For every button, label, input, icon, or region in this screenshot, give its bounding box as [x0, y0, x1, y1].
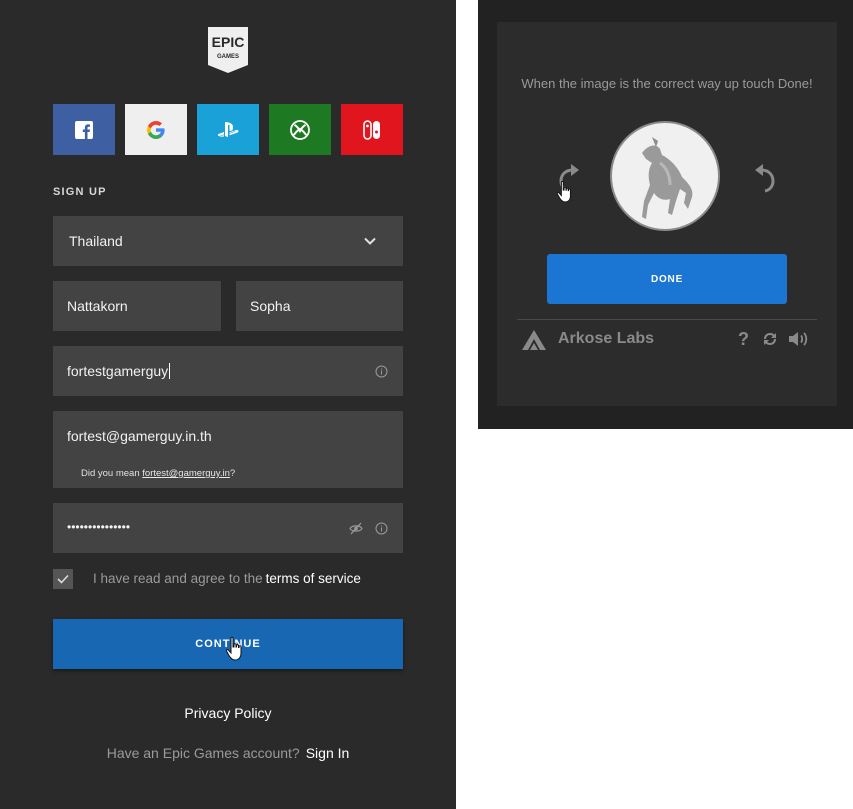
- terms-of-service-link[interactable]: terms of service: [266, 571, 361, 586]
- first-name-value: Nattakorn: [67, 298, 128, 314]
- chevron-down-icon: [364, 237, 376, 245]
- audio-icon[interactable]: [788, 330, 810, 348]
- email-suggestion: Did you mean fortest@gamerguy.in?: [81, 468, 235, 479]
- sign-in-link[interactable]: Sign In: [306, 745, 350, 761]
- have-account-text: Have an Epic Games account?: [106, 745, 300, 761]
- nintendo-login-button[interactable]: [341, 104, 403, 155]
- captcha-prompt: When the image is the correct way up tou…: [521, 76, 813, 91]
- arkose-logo-icon: [522, 330, 546, 350]
- email-input[interactable]: fortest@gamerguy.in.th Did you mean fort…: [53, 411, 403, 488]
- xbox-icon: [290, 119, 310, 140]
- text-cursor: [169, 363, 171, 379]
- nintendo-switch-icon: [363, 119, 380, 140]
- email-suggestion-suffix: ?: [229, 468, 236, 479]
- help-icon[interactable]: ?: [738, 329, 749, 350]
- checkmark-icon: [57, 574, 69, 584]
- arkose-brand: Arkose Labs: [558, 330, 655, 347]
- rotatable-image: [610, 121, 720, 231]
- terms-label: I have read and agree to the terms of ser…: [93, 571, 361, 586]
- privacy-policy-link[interactable]: Privacy Policy: [0, 705, 456, 721]
- captcha-panel: When the image is the correct way up tou…: [478, 0, 853, 429]
- email-value: fortest@gamerguy.in.th: [67, 428, 212, 444]
- logo-line1: EPIC: [212, 34, 245, 50]
- playstation-icon: [217, 121, 239, 137]
- password-input[interactable]: •••••••••••••••: [53, 503, 403, 553]
- logo-line2: GAMES: [217, 54, 239, 60]
- terms-checkbox[interactable]: [53, 569, 73, 589]
- last-name-value: Sopha: [250, 298, 291, 314]
- country-value: Thailand: [69, 233, 123, 249]
- epic-games-logo: EPIC GAMES: [208, 27, 248, 73]
- done-button[interactable]: DONE: [547, 254, 787, 304]
- display-name-input[interactable]: fortestgamerguy: [53, 346, 403, 396]
- eye-hidden-icon[interactable]: [349, 522, 363, 535]
- sign-in-prompt: Have an Epic Games account? Sign In: [0, 745, 456, 761]
- first-name-input[interactable]: Nattakorn: [53, 281, 221, 331]
- password-value: •••••••••••••••: [67, 520, 131, 534]
- email-suggestion-link[interactable]: fortest@gamerguy.in: [142, 468, 230, 479]
- rotate-counterclockwise-icon[interactable]: [749, 162, 779, 196]
- facebook-icon: [75, 120, 93, 139]
- display-name-value: fortestgamerguy: [67, 363, 169, 379]
- terms-text: I have read and agree to the: [93, 571, 263, 586]
- captcha-divider: [517, 319, 817, 320]
- signup-heading: SIGN UP: [53, 186, 107, 198]
- google-icon: [147, 120, 165, 139]
- xbox-login-button[interactable]: [269, 104, 331, 155]
- captcha-card: When the image is the correct way up tou…: [497, 22, 837, 406]
- signup-panel: EPIC GAMES SIGN UP Thailand Nattakorn So…: [0, 0, 456, 809]
- llama-image: [642, 137, 693, 219]
- refresh-icon[interactable]: [762, 331, 778, 347]
- info-icon[interactable]: [375, 365, 388, 378]
- email-suggestion-prefix: Did you mean: [81, 468, 143, 479]
- last-name-input[interactable]: Sopha: [236, 281, 403, 331]
- hand-pointer-icon: [225, 636, 242, 661]
- facebook-login-button[interactable]: [53, 104, 115, 155]
- playstation-login-button[interactable]: [197, 104, 259, 155]
- hand-pointer-icon: [556, 180, 571, 203]
- google-login-button[interactable]: [125, 104, 187, 155]
- info-icon[interactable]: [375, 522, 388, 535]
- country-select[interactable]: Thailand: [53, 216, 403, 266]
